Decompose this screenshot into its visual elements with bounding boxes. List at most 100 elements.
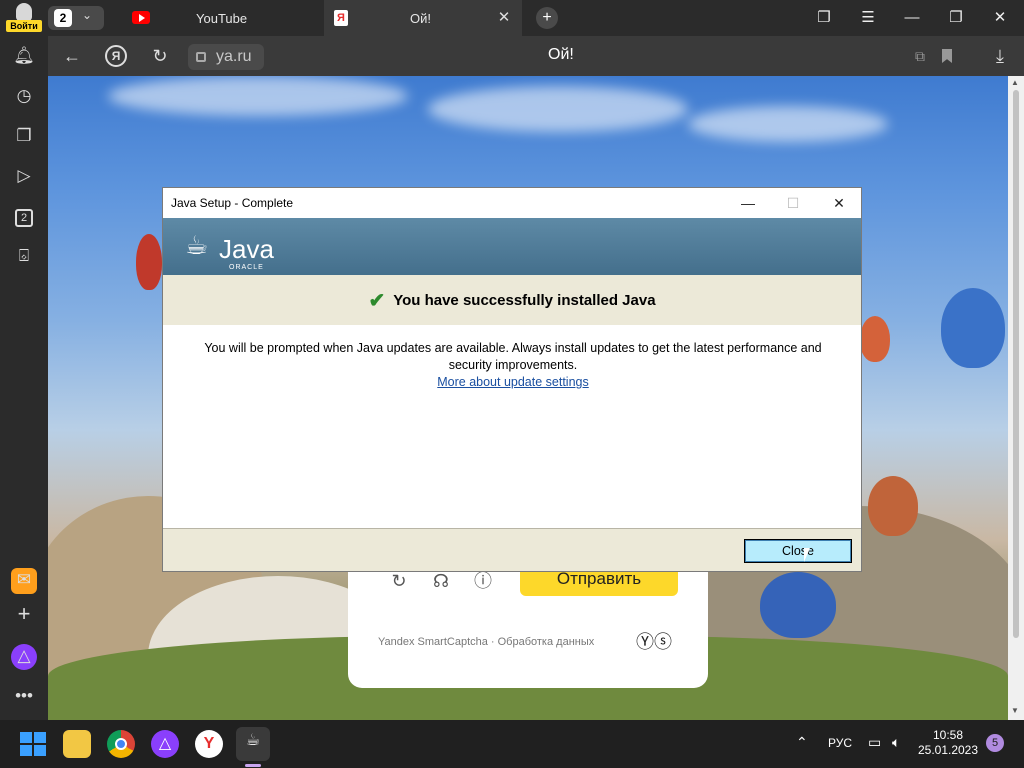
java-taskbar-icon[interactable]: ☕︎ — [236, 727, 270, 761]
profile-login-label: Войти — [6, 20, 42, 32]
dialog-body: You will be prompted when Java updates a… — [183, 340, 843, 391]
yandex-browser-icon[interactable]: Y — [195, 730, 223, 758]
scroll-thumb[interactable] — [1013, 90, 1019, 638]
checkmark-icon: ✔ — [368, 289, 386, 312]
tab-count-badge: 2 — [54, 9, 72, 27]
reload-icon[interactable]: ↻ — [148, 44, 172, 68]
back-arrow-icon[interactable]: ← — [60, 44, 84, 68]
windows-taskbar: △ Y ☕︎ ⌃ РУС ▭ 🔈︎ 10:58 25.01.2023 5 — [0, 720, 1024, 768]
language-indicator[interactable]: РУС — [828, 736, 852, 750]
browser-tab-bar: Войти 2 ⌄ YouTube Я Ой! ✕ + ❐ ☰ — ❐ ✕ — [0, 0, 1024, 36]
start-tile — [20, 732, 32, 743]
notification-badge[interactable]: 5 — [986, 734, 1004, 752]
clock-time: 10:58 — [932, 728, 964, 742]
page-title: Ой! — [548, 46, 574, 63]
address-bar: ← Я ↻ ya.ru Ой! ⧉ ⤓ — [48, 36, 1024, 76]
java-banner: ☕︎ Java ORACLE — [163, 218, 861, 275]
profile-button[interactable]: Войти — [6, 3, 42, 33]
captcha-card: ↻ ☊ ⓘ Отправить Yandex SmartCaptcha · Об… — [348, 556, 708, 688]
dialog-footer: Close — [163, 528, 861, 571]
tab-oi-label: Ой! — [410, 11, 431, 26]
dialog-titlebar[interactable]: Java Setup - Complete — ☐ ✕ — [163, 188, 861, 218]
tab-oi[interactable]: Я Ой! ✕ — [324, 0, 522, 36]
collections-icon[interactable]: ❐ — [812, 6, 836, 30]
scroll-up-arrow-icon[interactable]: ▲ — [1011, 78, 1019, 87]
start-tile — [20, 745, 32, 756]
refresh-icon[interactable]: ↻ — [388, 570, 410, 592]
close-dialog-icon[interactable]: ✕ — [824, 192, 854, 214]
hot-air-balloon — [941, 288, 1005, 368]
mouse-cursor-icon — [804, 548, 810, 562]
chrome-icon[interactable] — [107, 730, 135, 758]
hot-air-balloon — [760, 572, 836, 638]
cloud-shape — [108, 76, 408, 116]
lock-icon — [196, 52, 206, 62]
alice-app-icon[interactable]: △ — [151, 730, 179, 758]
start-tile — [34, 732, 46, 743]
more-dots-icon[interactable]: ••• — [12, 684, 36, 708]
update-settings-link[interactable]: More about update settings — [437, 375, 589, 389]
notifications-bell-icon[interactable]: 🔔︎ — [12, 44, 36, 68]
smartcaptcha-logo-icon: Ⓨⓢ — [636, 632, 672, 652]
file-explorer-icon[interactable] — [63, 730, 91, 758]
hot-air-balloon — [860, 316, 890, 362]
mail-icon[interactable]: ✉︎ — [11, 568, 37, 594]
update-info-text: You will be prompted when Java updates a… — [204, 341, 822, 372]
tabs-count-icon[interactable]: 2 — [12, 204, 36, 228]
menu-icon[interactable]: ☰ — [856, 6, 880, 30]
close-window-icon[interactable]: ✕ — [988, 6, 1012, 30]
java-setup-dialog: Java Setup - Complete — ☐ ✕ ☕︎ Java ORAC… — [162, 187, 862, 572]
info-icon[interactable]: ⓘ — [472, 570, 494, 592]
taskbar-clock[interactable]: 10:58 25.01.2023 — [916, 728, 980, 758]
java-logo-word: Java — [219, 234, 274, 264]
minimize-icon[interactable]: — — [900, 6, 924, 30]
audio-headphones-icon[interactable]: ☊ — [430, 570, 452, 592]
scroll-down-arrow-icon[interactable]: ▼ — [1011, 706, 1019, 715]
chrome-center — [115, 738, 127, 750]
url-field[interactable]: ya.ru — [188, 44, 264, 70]
oracle-logo-word: ORACLE — [229, 264, 264, 271]
dialog-title: Java Setup - Complete — [171, 196, 294, 210]
bookmark-shape — [942, 49, 952, 63]
alice-assistant-icon[interactable]: △ — [11, 644, 37, 670]
url-text: ya.ru — [216, 48, 252, 65]
page-scrollbar[interactable]: ▲ ▼ — [1008, 76, 1024, 720]
yandex-home-icon[interactable]: Я — [105, 45, 127, 67]
history-clock-icon[interactable]: ◷ — [12, 84, 36, 108]
collections-icon[interactable]: ❐ — [12, 124, 36, 148]
screenshot-camera-icon[interactable]: ⌺ — [12, 244, 36, 268]
new-tab-button[interactable]: + — [536, 7, 558, 29]
active-app-indicator — [245, 764, 261, 767]
youtube-play-icon — [139, 14, 145, 22]
close-button[interactable]: Close — [744, 539, 852, 563]
success-header: ✔ You have successfully installed Java — [163, 275, 861, 325]
close-tab-icon[interactable]: ✕ — [496, 10, 512, 26]
video-play-icon[interactable]: ▷ — [12, 164, 36, 188]
volume-icon[interactable]: 🔈︎ — [892, 734, 900, 751]
bookmark-icon[interactable] — [935, 44, 959, 68]
captcha-footer-text[interactable]: Yandex SmartCaptcha · Обработка данных — [378, 636, 594, 648]
maximize-icon[interactable]: ☐ — [778, 192, 808, 214]
hot-air-balloon — [136, 234, 162, 290]
clock-date: 25.01.2023 — [917, 743, 979, 757]
tab-youtube[interactable]: YouTube — [122, 0, 320, 36]
cloud-shape — [688, 106, 888, 142]
tab-youtube-label: YouTube — [196, 11, 248, 26]
sidebar-tab-count: 2 — [15, 209, 33, 227]
yandex-favicon-icon: Я — [334, 10, 348, 26]
network-icon[interactable]: ▭ — [868, 734, 881, 751]
chevron-down-icon: ⌄ — [82, 8, 93, 22]
download-icon[interactable]: ⤓ — [988, 44, 1012, 68]
translate-icon[interactable]: ⧉ — [908, 44, 932, 68]
java-cup-icon: ☕︎ — [185, 230, 209, 260]
tab-counter-button[interactable]: 2 ⌄ — [48, 6, 104, 30]
add-panel-icon[interactable]: + — [12, 602, 36, 626]
restore-icon[interactable]: ❐ — [944, 6, 968, 30]
windows-start-icon[interactable] — [18, 730, 46, 758]
minimize-icon[interactable]: — — [733, 192, 763, 214]
cloud-shape — [428, 86, 688, 132]
show-hidden-icons-chevron-icon[interactable]: ⌃ — [796, 734, 808, 751]
profile-avatar-icon — [16, 3, 32, 21]
hot-air-balloon — [868, 476, 918, 536]
start-tile — [34, 745, 46, 756]
